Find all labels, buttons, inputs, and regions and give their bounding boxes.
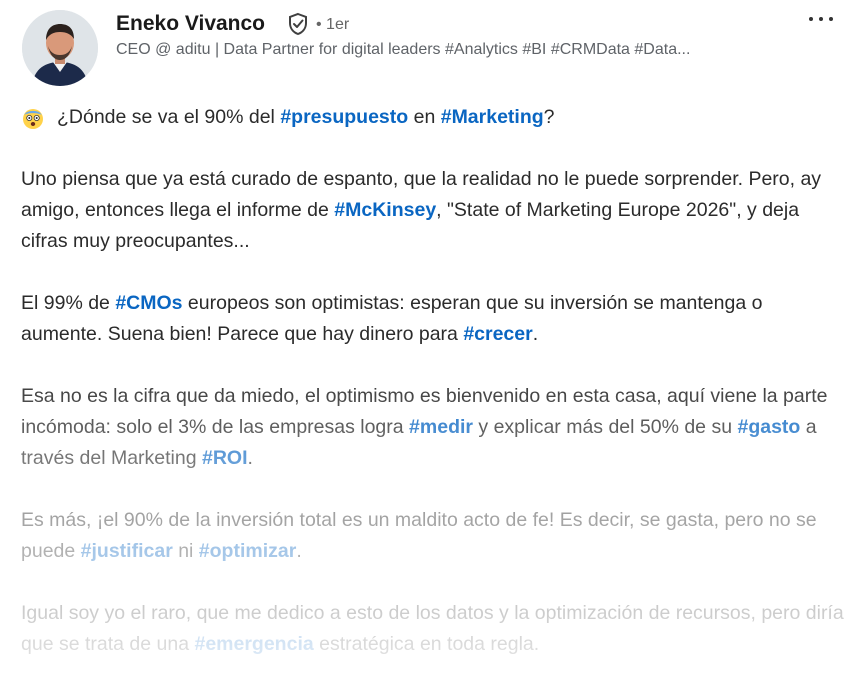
post-header: Eneko Vivanco • 1er CEO @ aditu | Data P… <box>0 0 864 95</box>
text-segment: ¿Dónde se va el 90% del <box>57 106 281 128</box>
text-segment: . <box>296 540 302 562</box>
text-segment: El 99% de <box>21 292 116 314</box>
text-segment: . <box>247 447 253 469</box>
text-segment: ni <box>172 540 199 562</box>
author-headline: CEO @ aditu | Data Partner for digital l… <box>116 41 691 58</box>
post-paragraph-1: ¿Dónde se va el 90% del #presupuesto en … <box>21 102 846 133</box>
connection-degree: • 1er <box>316 16 350 33</box>
shocked-face-emoji <box>23 108 43 129</box>
hashtag-roi[interactable]: #ROI <box>202 447 248 469</box>
more-options-icon[interactable] <box>806 8 836 30</box>
post-body: ¿Dónde se va el 90% del #presupuesto en … <box>21 102 846 691</box>
hashtag-emergencia[interactable]: #emergencia <box>194 633 313 655</box>
avatar-image <box>22 10 98 86</box>
hashtag-marketing[interactable]: #Marketing <box>441 106 544 128</box>
post-paragraph-5: Es más, ¡el 90% de la inversión total es… <box>21 505 846 567</box>
post-paragraph-6: Igual soy yo el raro, que me dedico a es… <box>21 598 846 660</box>
hashtag-crecer[interactable]: #crecer <box>463 323 532 345</box>
hashtag-mckinsey[interactable]: #McKinsey <box>334 199 436 221</box>
text-segment: . <box>532 323 539 345</box>
hashtag-justificar[interactable]: #justificar <box>81 540 173 562</box>
author-name[interactable]: Eneko Vivanco <box>116 12 265 36</box>
text-segment: estratégica en toda regla. <box>313 633 540 655</box>
hashtag-presupuesto[interactable]: #presupuesto <box>280 106 408 128</box>
hashtag-optimizar[interactable]: #optimizar <box>199 540 297 562</box>
hashtag-gasto[interactable]: #gasto <box>737 416 800 438</box>
hashtag-medir[interactable]: #medir <box>409 416 473 438</box>
hashtag-cmos[interactable]: #CMOs <box>115 292 182 314</box>
more-dot <box>829 17 833 21</box>
more-dot <box>819 17 823 21</box>
post-paragraph-3: El 99% de #CMOs europeos son optimistas:… <box>21 288 846 350</box>
text-segment: y explicar más del 50% de su <box>473 416 738 438</box>
post-paragraph-4: Esa no es la cifra que da miedo, el opti… <box>21 381 846 474</box>
author-avatar[interactable] <box>22 10 98 86</box>
post-paragraph-2: Uno piensa que ya está curado de espanto… <box>21 164 846 257</box>
verified-shield-icon <box>289 12 307 36</box>
text-segment: ? <box>543 106 555 128</box>
more-dot <box>809 17 813 21</box>
text-segment: en <box>408 106 441 128</box>
